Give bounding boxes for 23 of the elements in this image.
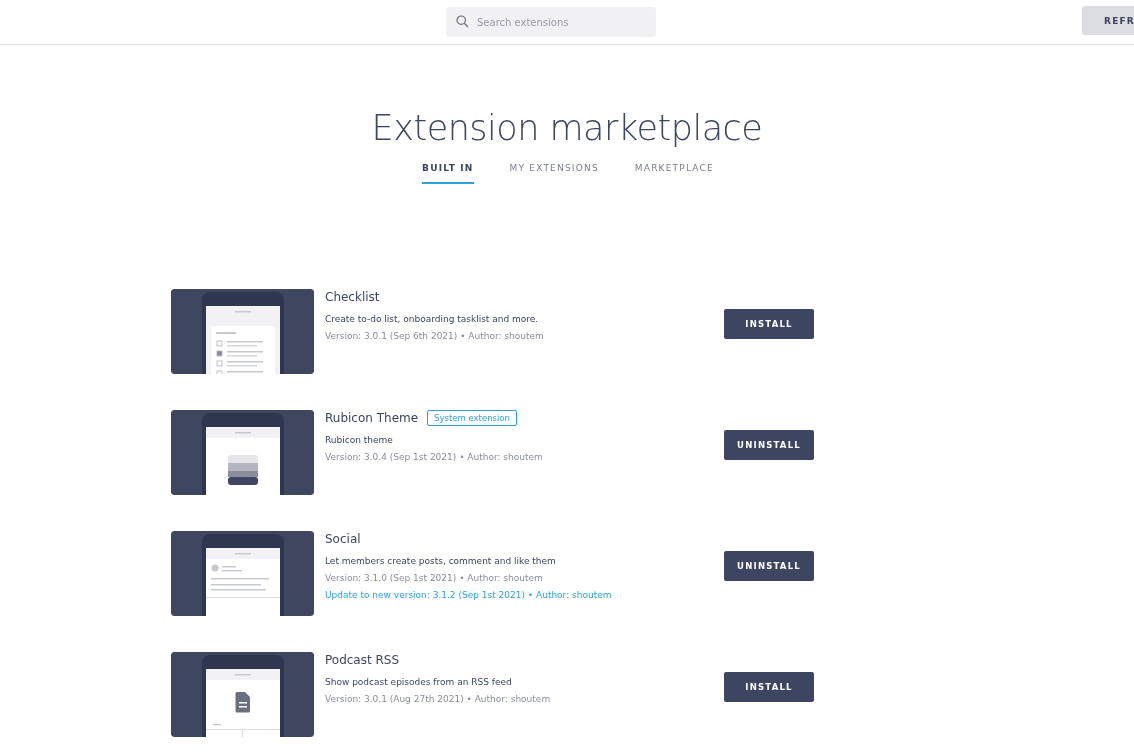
action-button[interactable]: INSTALL bbox=[724, 309, 814, 339]
action-button[interactable]: INSTALL bbox=[724, 672, 814, 702]
action-button[interactable]: UNINSTALL bbox=[724, 551, 814, 581]
extension-description: Rubicon theme bbox=[325, 435, 394, 445]
extension-description: Let members create posts, comment and like them bbox=[325, 556, 557, 566]
page-title: Extension marketplace bbox=[370, 107, 764, 149]
extension-description: Create to-do list, onboarding tasklist and more. bbox=[325, 314, 540, 324]
extension-name: Checklist bbox=[325, 290, 380, 304]
version-info: Version: 3.0.1 (Sep 6th 2021) • Author: shoutem bbox=[325, 331, 545, 341]
system-badge: System extension bbox=[427, 410, 517, 426]
version-info: Version: 3.0.1 (Aug 27th 2021) • Author: shoutem bbox=[325, 694, 552, 704]
extension-name: Podcast RSS bbox=[325, 653, 400, 667]
tab[interactable]: BUILT IN bbox=[422, 163, 474, 184]
extension-name: Rubicon Theme bbox=[325, 411, 419, 425]
extension-name: Social bbox=[325, 532, 361, 546]
version-info: Version: 3.1.0 (Sep 1st 2021) • Author: shoutem bbox=[325, 573, 544, 583]
tab[interactable]: MARKETPLACE bbox=[634, 163, 714, 184]
extension-description: Show podcast episodes from an RSS feed bbox=[325, 677, 513, 687]
tab[interactable]: MY EXTENSIONS bbox=[509, 163, 599, 184]
action-button[interactable]: UNINSTALL bbox=[724, 430, 814, 460]
refresh-button[interactable]: REFR bbox=[1082, 6, 1134, 35]
search-field[interactable]: Search extensions bbox=[446, 7, 656, 37]
version-info: Version: 3.0.4 (Sep 1st 2021) • Author: shoutem bbox=[325, 452, 544, 462]
